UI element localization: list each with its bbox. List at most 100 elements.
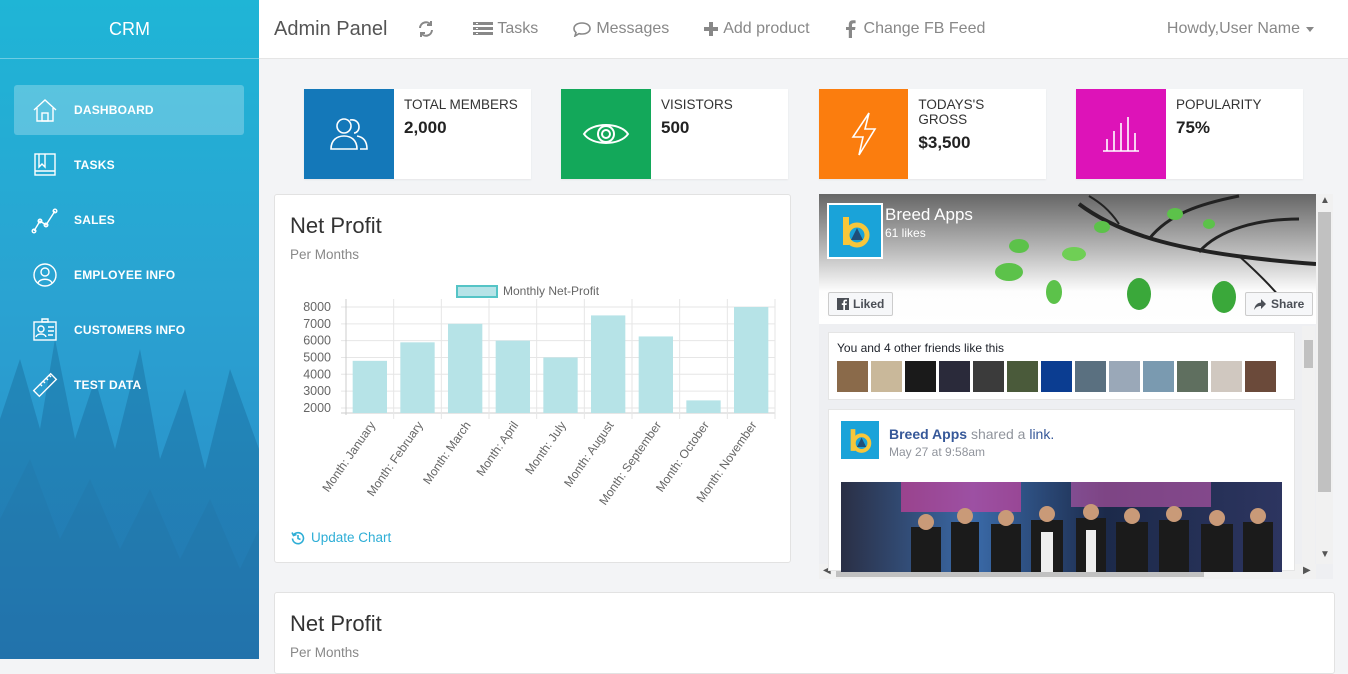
scroll-up-arrow-icon[interactable]: ▲ [1320,195,1330,206]
fb-post-header: Breed Apps shared a link. [889,426,1054,442]
fb-post-date[interactable]: May 27 at 9:58am [889,445,985,459]
chart-bar [591,315,626,413]
history-icon [291,531,305,544]
avatar[interactable] [1109,361,1140,392]
x-tick-label: Month: August [561,418,617,489]
update-chart-label: Update Chart [311,530,392,545]
user-menu[interactable]: Howdy,User Name [1167,20,1314,38]
x-tick-label: Month: April [473,419,521,479]
breed-apps-logo-icon [850,429,872,453]
fb-friend-avatars [837,361,1294,392]
avatar[interactable] [1245,361,1276,392]
sidebar: CRM DASHBOARD TASKS SALES EMPLOYEE INFO [0,0,259,659]
sidebar-item-tasks[interactable]: TASKS [14,140,244,190]
refresh-icon [419,21,434,37]
update-chart-button[interactable]: Update Chart [291,530,391,545]
chart-bar [686,400,721,413]
fb-post-author[interactable]: Breed Apps [889,426,967,442]
share-icon [1254,298,1266,310]
fb-liked-button[interactable]: Liked [828,292,894,316]
messages-label: Messages [596,20,670,37]
avatar[interactable] [837,361,868,392]
chart-bar [448,323,483,413]
fb-vertical-scroll-thumb[interactable] [1318,212,1331,492]
y-tick-label: 3000 [303,384,331,398]
fb-share-button[interactable]: Share [1245,292,1314,316]
line-chart-icon [28,205,62,235]
user-icon [28,260,62,290]
scroll-right-arrow-icon[interactable]: ▶ [1303,565,1311,576]
chart-bar [734,307,769,413]
ruler-icon [28,370,62,400]
sidebar-item-customers-info[interactable]: CUSTOMERS INFO [14,305,244,355]
fb-post-link[interactable]: link. [1029,426,1054,442]
facebook-icon [837,298,849,310]
avatar[interactable] [905,361,936,392]
stat-value: 500 [661,118,690,137]
sidebar-item-dashboard[interactable]: DASHBOARD [14,85,244,135]
breed-apps-logo-icon [843,217,870,248]
avatar[interactable] [939,361,970,392]
fb-post-avatar[interactable] [841,421,879,459]
net-profit-panel: Net Profit Per Months Monthly Net-Profit… [274,194,791,563]
y-tick-label: 8000 [303,300,331,314]
fb-post-photo[interactable] [841,482,1282,572]
refresh-button[interactable] [417,20,439,38]
stat-card-total-members: TOTAL MEMBERS 2,000 [304,89,531,179]
stat-value: 75% [1176,118,1211,137]
id-card-icon [28,315,62,345]
chart-bar [495,340,530,413]
messages-link[interactable]: Messages [572,20,669,38]
y-tick-label: 7000 [303,317,331,331]
stat-label: POPULARITY [1176,97,1262,112]
avatar[interactable] [1075,361,1106,392]
avatar[interactable] [1211,361,1242,392]
chart-bar [638,336,673,413]
stat-value: $3,500 [918,133,971,152]
fb-page-name[interactable]: Breed Apps [885,205,973,225]
avatar[interactable] [1007,361,1038,392]
stat-label: VISISTORS [661,97,733,112]
sidebar-item-test-data[interactable]: TEST DATA [14,360,244,410]
chevron-down-icon [1306,26,1314,32]
avatar[interactable] [1041,361,1072,392]
add-product-link[interactable]: Add product [703,20,810,38]
stat-card-visitors: VISISTORS 500 [561,89,788,179]
page-title[interactable]: Admin Panel [274,18,387,41]
sidebar-item-employee-info[interactable]: EMPLOYEE INFO [14,250,244,300]
fb-post: Breed Apps shared a link. May 27 at 9:58… [828,409,1295,572]
facebook-page-plugin[interactable]: Breed Apps 61 likes Liked Share ▲ ▼ ◀ ▶ … [819,194,1333,579]
fb-liked-label: Liked [853,297,885,311]
sidebar-nav: DASHBOARD TASKS SALES EMPLOYEE INFO CUST… [0,85,259,410]
fb-feed-scrollbar[interactable] [1302,326,1315,564]
avatar[interactable] [1143,361,1174,392]
sidebar-item-label: EMPLOYEE INFO [74,268,176,282]
x-tick-label: Month: March [420,419,474,487]
scroll-down-arrow-icon[interactable]: ▼ [1320,549,1330,560]
avatar[interactable] [871,361,902,392]
top-navbar: Admin Panel Tasks Messages Add product C… [259,0,1348,59]
y-tick-label: 5000 [303,350,331,364]
change-fb-feed-link[interactable]: Change FB Feed [844,20,985,38]
stat-card-popularity: POPULARITY 75% [1076,89,1303,179]
x-tick-label: Month: July [522,419,569,477]
sidebar-item-label: TEST DATA [74,378,142,392]
tasks-link[interactable]: Tasks [473,20,538,38]
panel-subtitle: Per Months [290,645,360,660]
avatar[interactable] [973,361,1004,392]
stat-label: TOTAL MEMBERS [404,97,518,112]
sidebar-item-label: CUSTOMERS INFO [74,323,186,337]
fb-feed-scroll-thumb[interactable] [1304,340,1313,368]
home-icon [28,95,62,125]
brand-logo[interactable]: CRM [0,0,259,59]
sidebar-item-label: SALES [74,213,116,227]
group-photo-image [901,482,1273,572]
fb-vertical-scrollbar[interactable]: ▲ ▼ [1316,194,1333,564]
fb-page-logo[interactable] [827,203,883,259]
plus-icon [704,22,719,36]
sidebar-item-sales[interactable]: SALES [14,195,244,245]
chart-bar [352,360,387,413]
sidebar-item-label: DASHBOARD [74,103,154,117]
avatar[interactable] [1177,361,1208,392]
sidebar-item-label: TASKS [74,158,115,172]
